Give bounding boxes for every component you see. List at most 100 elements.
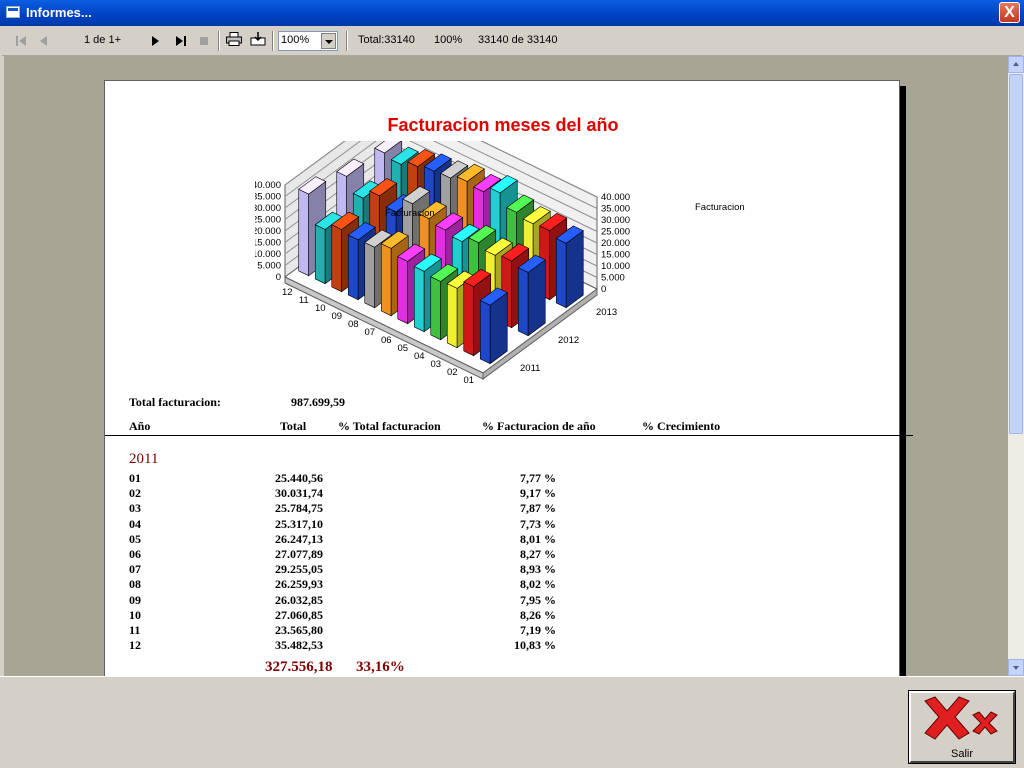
chart-category-label: 01	[463, 375, 474, 386]
chart-bar-side	[527, 259, 546, 337]
chart-bar	[446, 283, 458, 349]
exit-label: Salir	[950, 748, 973, 760]
row-pct-ano: 7,73 %	[520, 516, 556, 531]
row-total: 26.247,13	[275, 531, 323, 546]
chart-tick-label-left: 40.000	[255, 180, 281, 191]
chart-series-label: 2013	[596, 307, 617, 318]
stop-button[interactable]	[200, 34, 208, 48]
row-total: 27.077,89	[275, 547, 323, 561]
chart-series-label: 2012	[558, 335, 579, 346]
chart-bar	[413, 266, 425, 333]
scroll-down-button[interactable]	[1008, 659, 1024, 676]
bottom-panel: Salir	[0, 676, 1024, 768]
row-mes: 11	[129, 623, 141, 637]
prev-page-button[interactable]	[40, 34, 47, 48]
toolbar-separator	[346, 31, 348, 51]
toolbar-separator	[218, 31, 220, 51]
zoom-select[interactable]: 100%	[278, 31, 338, 51]
group-pct: 33,16%	[356, 659, 405, 675]
chart-tick-label-right: 30.000	[601, 215, 630, 226]
exit-x-icon	[924, 696, 998, 740]
chart-category-label: 11	[299, 295, 309, 306]
toolbar: 1 de 1+ 100% Total:33140 100% 33140 de 3…	[2, 26, 1022, 56]
row-total: 25.317,10	[275, 516, 323, 531]
scroll-thumb[interactable]	[1009, 74, 1023, 434]
summary-value: 987.699,59	[291, 395, 345, 409]
row-mes: 05	[129, 531, 141, 546]
row-pct-ano: 8,01 %	[520, 531, 556, 546]
scroll-up-button[interactable]	[1008, 56, 1024, 73]
chart-category-label: 08	[348, 319, 359, 330]
chart-tick-label-right: 15.000	[601, 250, 630, 261]
stop-icon	[200, 37, 208, 45]
chart-z-axis-title-left: Facturacion	[385, 208, 435, 219]
exit-button[interactable]: Salir	[908, 690, 1016, 764]
toolbar-separator	[272, 31, 274, 51]
vertical-scrollbar[interactable]	[1008, 56, 1024, 676]
chart-category-label: 03	[430, 359, 441, 370]
row-total: 29.255,05	[275, 562, 323, 577]
row-pct-ano: 8,93 %	[520, 562, 556, 577]
row-total: 26.032,85	[275, 592, 323, 607]
row-mes: 10	[129, 607, 141, 622]
chart-tick-label-left: 10.000	[255, 249, 281, 260]
row-total: 25.440,56	[275, 471, 323, 485]
close-button[interactable]: X	[999, 2, 1020, 23]
row-pct-ano: 7,87 %	[520, 501, 556, 516]
chart-bar-side	[565, 230, 584, 309]
title-bar: Informes... X	[0, 0, 1024, 26]
row-pct-ano: 9,17 %	[520, 486, 556, 501]
chart-category-label: 07	[364, 327, 375, 338]
chart-bar	[430, 276, 441, 341]
row-mes: 03	[129, 501, 141, 516]
chart-bar	[331, 224, 342, 293]
chart-tick-label-right: 40.000	[601, 192, 630, 203]
row-total: 27.060,85	[275, 607, 323, 622]
row-mes: 12	[129, 638, 141, 653]
chart-tick-label-right: 0	[601, 284, 606, 295]
chart-category-label: 04	[414, 351, 425, 362]
column-header-pct-ano: % Facturacion de año	[482, 419, 596, 433]
column-header-pct-total: % Total facturacion	[338, 419, 441, 433]
export-icon	[250, 32, 266, 46]
chart-category-label: 06	[381, 335, 392, 346]
chart-category-label: 12	[282, 287, 293, 298]
row-total: 30.031,74	[275, 486, 323, 501]
chart-tick-label-right: 20.000	[601, 238, 630, 249]
chart-bar	[479, 299, 491, 365]
report-page: Facturacion meses del año 40.00040.00035…	[104, 80, 913, 676]
next-page-button[interactable]	[152, 34, 159, 48]
chart-tick-label-left: 35.000	[255, 192, 281, 203]
report-preview[interactable]: Facturacion meses del año 40.00040.00035…	[4, 56, 1008, 676]
chart-category-label: 10	[315, 303, 326, 314]
row-mes: 01	[129, 471, 141, 485]
chart-bar	[364, 242, 375, 309]
last-page-icon	[176, 36, 183, 46]
row-total: 26.259,93	[275, 577, 323, 592]
row-mes: 07	[129, 562, 141, 577]
row-pct-ano: 8,02 %	[520, 577, 556, 592]
chart-tick-label-left: 30.000	[255, 203, 281, 214]
chart-category-label: 05	[397, 343, 408, 354]
row-pct-ano: 7,77 %	[520, 471, 556, 485]
row-mes: 02	[129, 486, 141, 501]
row-pct-ano: 7,19 %	[520, 623, 556, 637]
chart-tick-label-right: 10.000	[601, 261, 630, 272]
row-pct-ano: 8,27 %	[520, 547, 556, 561]
chart-bar	[380, 243, 392, 317]
chart-tick-label-right: 25.000	[601, 227, 630, 238]
row-mes: 06	[129, 547, 141, 561]
first-page-icon	[16, 36, 18, 46]
chart-category-label: 02	[447, 367, 458, 378]
last-page-button[interactable]	[176, 34, 186, 48]
printer-icon	[226, 32, 242, 46]
row-pct-ano: 8,26 %	[520, 607, 556, 622]
first-page-button[interactable]	[16, 34, 26, 48]
chevron-down-icon[interactable]	[321, 33, 336, 49]
export-button[interactable]	[250, 32, 266, 46]
chart-bar	[314, 224, 326, 285]
print-button[interactable]	[226, 32, 242, 46]
chart-category-label: 09	[331, 311, 342, 322]
chart-bar	[298, 188, 309, 277]
zoom-value: 100%	[281, 34, 310, 46]
